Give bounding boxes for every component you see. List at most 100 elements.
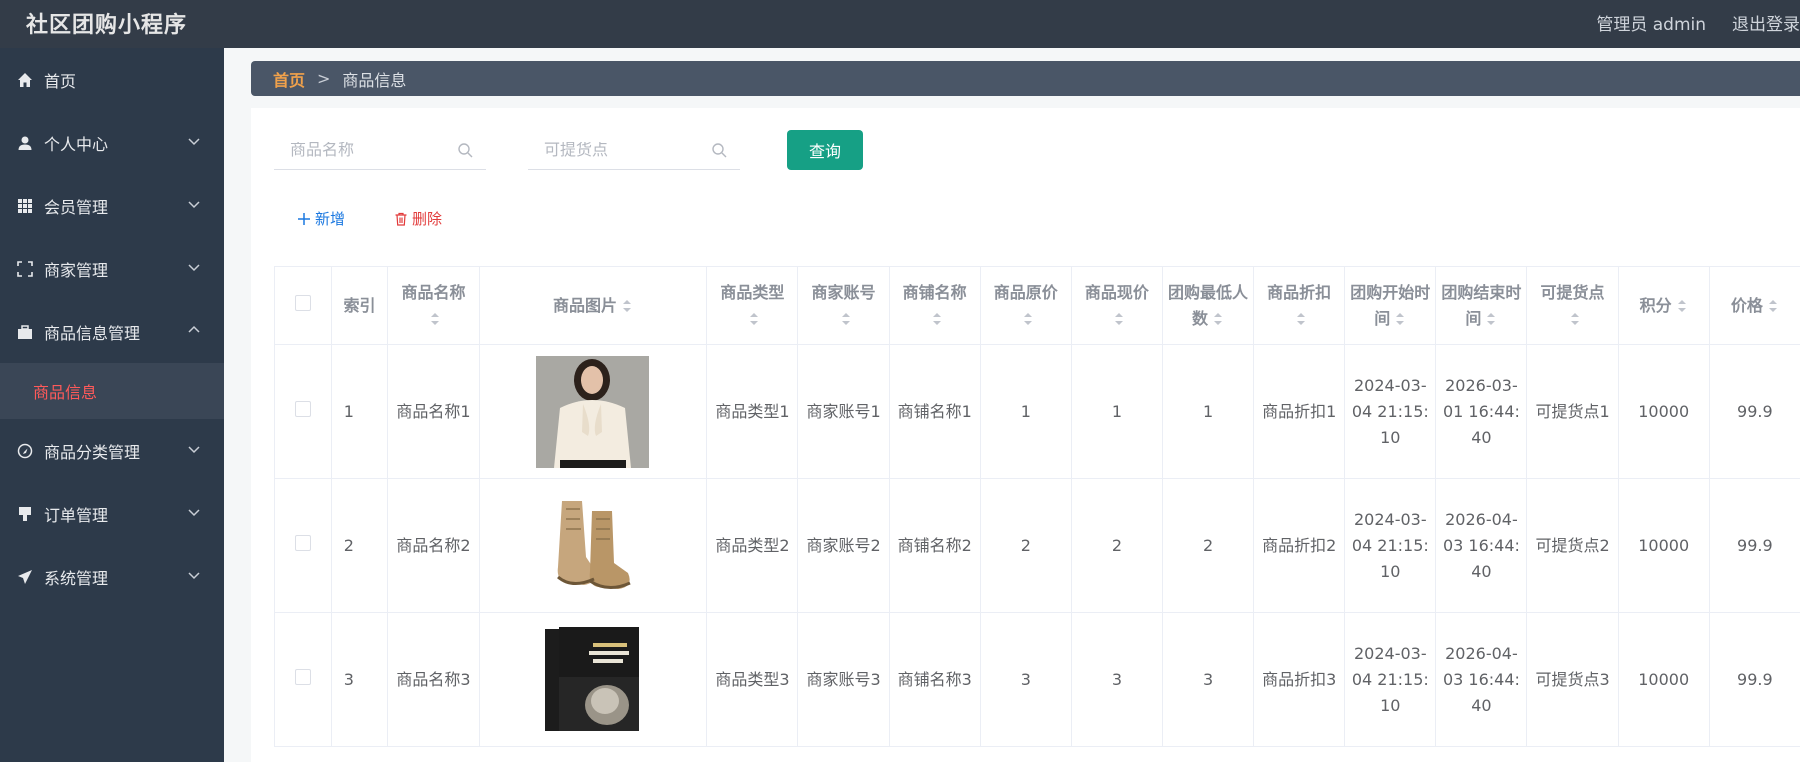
- column-header[interactable]: 商品类型: [706, 266, 799, 345]
- sidebar: 首页 个人中心 会员管理 商家管理 商品信息管理 商品信息 商品分类管理 订单管…: [0, 48, 224, 762]
- shop-cell: 商铺名称3: [888, 612, 981, 747]
- main-content: 首页 > 商品信息 查询 新增 删除 索: [224, 48, 1800, 762]
- column-header[interactable]: 价格: [1708, 266, 1800, 345]
- discount-cell: 商品折扣3: [1253, 612, 1346, 747]
- product-name-search: [274, 132, 486, 170]
- discount-cell: 商品折扣1: [1253, 344, 1346, 479]
- add-button[interactable]: 新增: [297, 208, 345, 229]
- chevron-down-icon: [188, 572, 200, 580]
- grid-icon: [16, 197, 34, 215]
- end-time-cell: 2026-03-01 16:44:40: [1435, 344, 1528, 479]
- sort-icon[interactable]: [1212, 311, 1224, 327]
- book-photo: [544, 626, 641, 733]
- table-row[interactable]: 2 商品名称2 商品类型2 商家账号2 商铺名称2 2 2 2 商品折扣2 20…: [274, 478, 1800, 613]
- sort-icon[interactable]: [1113, 311, 1125, 327]
- row-select-cell: [274, 478, 332, 613]
- column-header[interactable]: 积分: [1617, 266, 1710, 345]
- sidebar-item-product-info-mgmt[interactable]: 商品信息管理: [0, 300, 224, 363]
- sidebar-item-label: 订单管理: [44, 505, 109, 525]
- sidebar-item-category-mgmt[interactable]: 商品分类管理: [0, 419, 224, 482]
- column-header[interactable]: 商家账号: [797, 266, 890, 345]
- top-bar: 社区团购小程序 管理员 admin 退出登录: [0, 0, 1800, 48]
- sort-icon[interactable]: [1394, 311, 1406, 327]
- column-header[interactable]: 团购最低人数: [1161, 266, 1255, 345]
- sidebar-item-system[interactable]: 系统管理: [0, 545, 224, 608]
- row-checkbox[interactable]: [294, 400, 311, 417]
- breadcrumb-current: 商品信息: [342, 70, 407, 90]
- chevron-down-icon: [188, 138, 200, 146]
- sidebar-subitem-product-info[interactable]: 商品信息: [0, 363, 224, 419]
- sort-icon[interactable]: [1022, 311, 1034, 327]
- chevron-down-icon: [188, 446, 200, 454]
- send-icon: [16, 568, 34, 586]
- compass-icon: [16, 442, 34, 460]
- min-people-cell: 2: [1161, 478, 1255, 613]
- sidebar-item-merchants[interactable]: 商家管理: [0, 237, 224, 300]
- content-panel: 查询 新增 删除 索引 商品名称 商品图片 商品类型 商家账号 商铺名称: [251, 108, 1800, 762]
- sidebar-item-home[interactable]: 首页: [0, 48, 224, 111]
- table-row[interactable]: 3 商品名称3 商品类型3 商家账号3 商铺名称3 3 3 3 商品折扣3 20…: [274, 612, 1800, 747]
- home-icon: [16, 71, 34, 89]
- sort-icon[interactable]: [1295, 311, 1307, 327]
- user-icon: [16, 134, 34, 152]
- breadcrumb-home[interactable]: 首页: [273, 67, 305, 91]
- sidebar-item-personal-center[interactable]: 个人中心: [0, 111, 224, 174]
- sort-icon[interactable]: [1767, 298, 1779, 314]
- sidebar-item-members[interactable]: 会员管理: [0, 174, 224, 237]
- logout-button[interactable]: 退出登录: [1732, 10, 1800, 35]
- column-header[interactable]: 商品现价: [1070, 266, 1163, 345]
- product-name-input[interactable]: [274, 141, 486, 160]
- select-all-checkbox[interactable]: [294, 294, 311, 311]
- sort-icon[interactable]: [429, 311, 441, 327]
- column-header[interactable]: 商品原价: [979, 266, 1072, 345]
- column-header[interactable]: 商品图片: [478, 266, 708, 345]
- top-right-area: 管理员 admin 退出登录: [1596, 10, 1800, 35]
- column-label: 商家账号: [811, 282, 876, 302]
- cur-price-cell: 2: [1070, 478, 1163, 613]
- shop-cell: 商铺名称1: [888, 344, 981, 479]
- column-header[interactable]: 商品名称: [387, 266, 480, 345]
- discount-cell: 商品折扣2: [1253, 478, 1346, 613]
- breadcrumb: 首页 > 商品信息: [251, 61, 1800, 96]
- column-header[interactable]: 可提货点: [1526, 266, 1619, 345]
- sort-icon[interactable]: [931, 311, 943, 327]
- column-label: 积分: [1639, 295, 1672, 315]
- column-label: 团购最低人数: [1168, 282, 1249, 328]
- name-cell: 商品名称2: [387, 478, 480, 613]
- column-header[interactable]: 商铺名称: [888, 266, 981, 345]
- sidebar-item-label: 系统管理: [44, 568, 109, 588]
- sort-icon[interactable]: [1676, 298, 1688, 314]
- search-icon: [712, 143, 727, 158]
- type-cell: 商品类型2: [706, 478, 799, 613]
- min-people-cell: 3: [1161, 612, 1255, 747]
- sidebar-item-label: 商家管理: [44, 260, 109, 280]
- min-people-cell: 1: [1161, 344, 1255, 479]
- delete-label: 删除: [412, 210, 443, 228]
- sort-icon[interactable]: [1485, 311, 1497, 327]
- query-button[interactable]: 查询: [787, 130, 863, 170]
- shop-cell: 商铺名称2: [888, 478, 981, 613]
- sort-icon[interactable]: [1569, 311, 1581, 327]
- type-cell: 商品类型3: [706, 612, 799, 747]
- row-checkbox[interactable]: [294, 534, 311, 551]
- sort-icon[interactable]: [840, 311, 852, 327]
- pickup-point-input[interactable]: [528, 141, 740, 160]
- column-header[interactable]: 团购开始时间: [1344, 266, 1437, 345]
- row-checkbox[interactable]: [294, 668, 311, 685]
- sidebar-item-label: 商品信息管理: [44, 323, 141, 343]
- table-row[interactable]: 1 商品名称1 商品类型1 商家账号1 商铺名称1 1 1 1 商品折扣1 20…: [274, 344, 1800, 479]
- image-cell: [478, 344, 708, 479]
- start-time-cell: 2024-03-04 21:15:10: [1344, 478, 1437, 613]
- sort-icon[interactable]: [621, 298, 633, 314]
- column-header[interactable]: 团购结束时间: [1435, 266, 1528, 345]
- price-cell: 99.9: [1708, 612, 1800, 747]
- sort-icon[interactable]: [748, 311, 760, 327]
- column-label: 团购结束时间: [1441, 282, 1522, 328]
- end-time-cell: 2026-04-03 16:44:40: [1435, 478, 1528, 613]
- account-cell: 商家账号1: [797, 344, 890, 479]
- column-label: 商品名称: [401, 282, 466, 302]
- admin-label: 管理员 admin: [1596, 15, 1706, 35]
- sidebar-item-orders[interactable]: 订单管理: [0, 482, 224, 545]
- delete-button[interactable]: 删除: [394, 208, 442, 229]
- column-header[interactable]: 商品折扣: [1253, 266, 1346, 345]
